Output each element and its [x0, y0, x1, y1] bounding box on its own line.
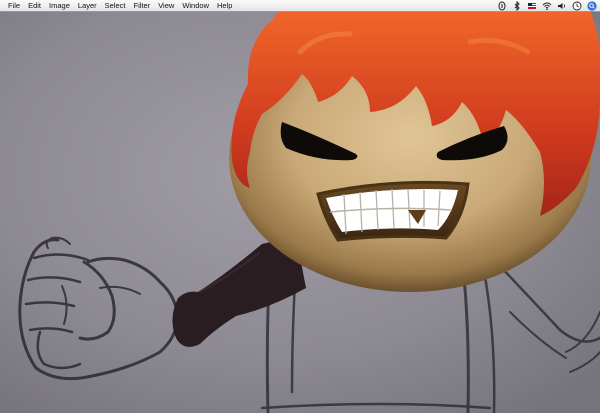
bluetooth-icon[interactable] — [512, 0, 522, 11]
menu-edit[interactable]: Edit — [24, 0, 45, 11]
status-menus — [492, 0, 597, 11]
menu-file[interactable]: File — [4, 0, 24, 11]
script-icon[interactable] — [497, 0, 507, 11]
flag-icon[interactable] — [527, 1, 537, 11]
menu-help[interactable]: Help — [213, 0, 236, 11]
mouth — [316, 180, 470, 242]
artwork — [0, 12, 600, 413]
wifi-icon[interactable] — [542, 1, 552, 11]
volume-icon[interactable] — [557, 1, 567, 11]
menu-window[interactable]: Window — [178, 0, 213, 11]
menu-select[interactable]: Select — [101, 0, 130, 11]
menu-layer[interactable]: Layer — [74, 0, 101, 11]
menu-bar: File Edit Image Layer Select Filter View… — [0, 0, 600, 12]
menu-image[interactable]: Image — [45, 0, 74, 11]
menu-list: File Edit Image Layer Select Filter View… — [0, 0, 236, 11]
spotlight-icon[interactable] — [587, 0, 597, 11]
clock-icon[interactable] — [572, 1, 582, 11]
document-canvas[interactable] — [0, 12, 600, 413]
menu-filter[interactable]: Filter — [130, 0, 155, 11]
menu-view[interactable]: View — [154, 0, 178, 11]
